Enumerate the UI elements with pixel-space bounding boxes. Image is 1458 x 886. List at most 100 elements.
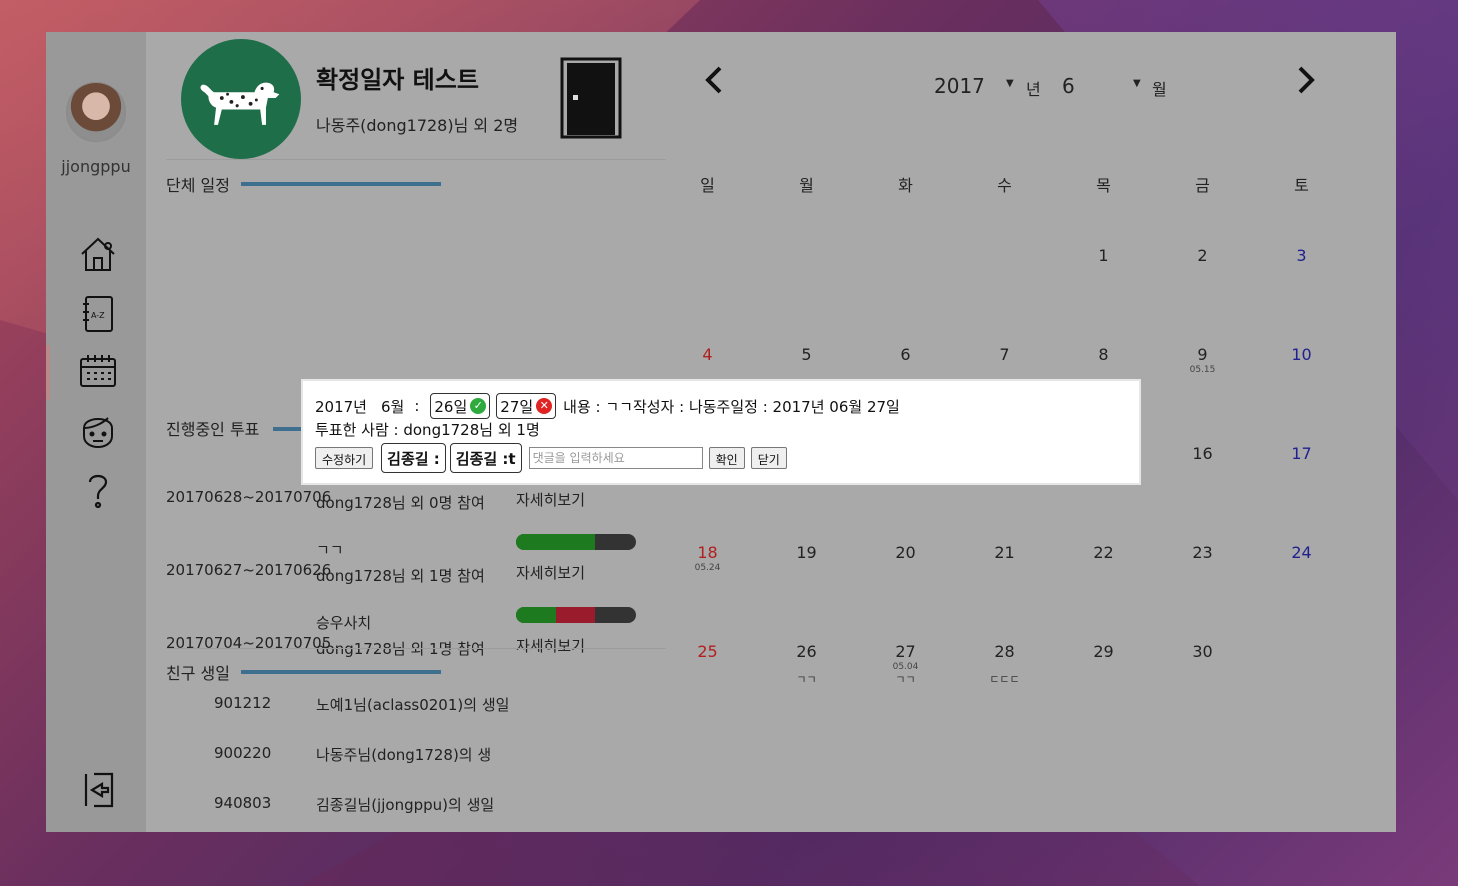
divider [166,159,666,160]
modal-month: 6월 [380,397,405,416]
month-unit: 월 [1152,80,1167,99]
calendar-day[interactable]: 17 [1252,372,1351,471]
calendar-day[interactable]: 18 05.24 [658,471,757,573]
calendar-day[interactable]: 29 [1054,570,1153,669]
commenter-chip[interactable]: 김종길 : [381,443,446,473]
calendar-day[interactable]: 22 [1054,471,1153,570]
contacts-book-icon[interactable]: A-Z [78,294,118,334]
calendar-day[interactable]: 20 [856,471,955,570]
vote-day-chip-disagree[interactable]: 27일 ✕ [496,393,557,419]
face-icon[interactable] [78,410,118,450]
home-icon[interactable] [78,234,118,274]
x-circle-icon: ✕ [536,398,553,414]
year-select[interactable]: 2017 [934,74,985,98]
calendar-day[interactable]: 24 [1252,471,1351,570]
modal-summary-line: 2017년 6월 : 26일 ✓ 27일 ✕ 내용 : ㄱㄱ작성자 : 나동주일… [315,393,900,419]
vote-day-chip-agree[interactable]: 26일 ✓ [430,393,491,419]
calendar-day[interactable]: 4 [658,273,757,372]
calendar-day[interactable]: 23 [1153,471,1252,570]
door-icon[interactable] [560,57,622,139]
day-number: 2 [1197,246,1208,265]
vote-section-title: 진행중인 투표 [166,420,260,439]
day-number: 22 [1093,543,1114,562]
vote-bar-agree [516,534,596,550]
calendar-day [856,174,955,273]
calendar-day[interactable]: 30 [1153,570,1252,669]
vote-count: dong1728님 외 1명 참여 [316,567,485,585]
vote-row[interactable]: 20170627~20170626 ㄱㄱ dong1728님 외 1명 참여 자… [166,534,666,609]
day-event[interactable]: ㄱㄱ [757,673,856,687]
calendar-day[interactable]: 8 [1054,273,1153,372]
month-select[interactable]: 6 [1062,74,1075,98]
vote-detail-link[interactable]: 자세히보기 [516,562,585,583]
day-number: 18 [697,543,718,562]
day-number: 3 [1296,246,1307,265]
day-number: 7 [999,345,1010,364]
edit-button[interactable]: 수정하기 [315,447,374,469]
day-event[interactable]: ㄱㄱ [856,673,955,687]
day-number: 28 [994,642,1015,661]
calendar-day [955,174,1054,273]
calendar-day[interactable]: 1 [1054,174,1153,273]
birthday-name: 노예1님(aclass0201)의 생일 [316,696,510,714]
comment-input[interactable] [528,447,703,469]
calendar-day[interactable]: 19 [757,471,856,570]
calendar-day[interactable]: 25 [658,570,757,669]
vote-count: dong1728님 외 0명 참여 [316,494,485,512]
calendar-day[interactable]: 27 05.04 ㄱㄱ [856,570,955,686]
calendar-icon[interactable] [78,352,118,392]
day-event[interactable]: ㄷㄷㄷ [955,673,1054,687]
svg-text:A-Z: A-Z [91,311,105,320]
help-icon[interactable] [78,470,118,510]
year-dropdown-icon[interactable]: ▼ [1006,78,1014,89]
calendar-day[interactable]: 6현충일 [856,273,955,395]
vote-detail-link[interactable]: 자세히보기 [516,635,585,656]
day-number: 8 [1098,345,1109,364]
calendar-day[interactable]: 16 [1153,372,1252,471]
birthday-name: 나동주님(dong1728)의 생 [316,746,492,764]
calendar-day[interactable]: 5 [757,273,856,372]
modal-content: 내용 : ㄱㄱ작성자 : 나동주일정 : 2017년 06월 27일 [563,397,900,416]
close-button[interactable]: 닫기 [750,447,787,469]
prev-month-button[interactable] [702,65,726,95]
calendar-day[interactable]: 9 05.15 [1153,273,1252,375]
day-number: 1 [1098,246,1109,265]
day-number: 24 [1291,543,1312,562]
calendar-day[interactable]: 26 ㄱㄱ [757,570,856,686]
next-month-button[interactable] [1294,65,1318,95]
divider [166,648,666,649]
vote-bar-disagree [555,607,596,623]
calendar-day[interactable]: 3 [1252,174,1351,273]
confirm-button[interactable]: 확인 [708,447,745,469]
group-logo [181,39,301,159]
vote-date: 20170627~20170626 [166,561,332,579]
sidebar: jjongppu A-Z [46,32,146,832]
day-number: 29 [1093,642,1114,661]
avatar[interactable] [66,82,126,142]
calendar-day[interactable]: 10 [1252,273,1351,372]
month-dropdown-icon[interactable]: ▼ [1133,78,1141,89]
calendar-day[interactable]: 21 [955,471,1054,570]
birthday-date: 900220 [214,744,272,762]
day-number: 21 [994,543,1015,562]
logout-icon[interactable] [82,770,116,810]
app-window: jjongppu A-Z 확정일자 테스트 나동주(dong1728)님 외 2… [46,32,1396,832]
day-number: 4 [702,345,713,364]
day-number: 20 [895,543,916,562]
vote-detail-modal: 2017년 6월 : 26일 ✓ 27일 ✕ 내용 : ㄱㄱ작성자 : 나동주일… [301,379,1141,485]
vote-detail-link[interactable]: 자세히보기 [516,489,585,510]
calendar-day [1252,570,1351,669]
vote-date: 20170628~20170706 [166,488,332,506]
calendar-day[interactable]: 7 [955,273,1054,372]
vote-date: 20170704~20170705 [166,634,332,652]
vote-progress-bar [516,534,636,550]
vote-title: ㄱㄱ [316,541,344,559]
calendar-day[interactable]: 28 ㄷㄷㄷ [955,570,1054,686]
calendar-day[interactable]: 2 [1153,174,1252,273]
commenter-chip[interactable]: 김종길 :t [449,443,522,473]
modal-actions: 수정하기 김종길 : 김종길 :t 확인 닫기 [315,443,787,473]
year-unit: 년 [1026,80,1041,99]
day-number: 5 [801,345,812,364]
vote-bar-agree [516,607,556,623]
birthday-section-title: 친구 생일 [166,664,230,683]
